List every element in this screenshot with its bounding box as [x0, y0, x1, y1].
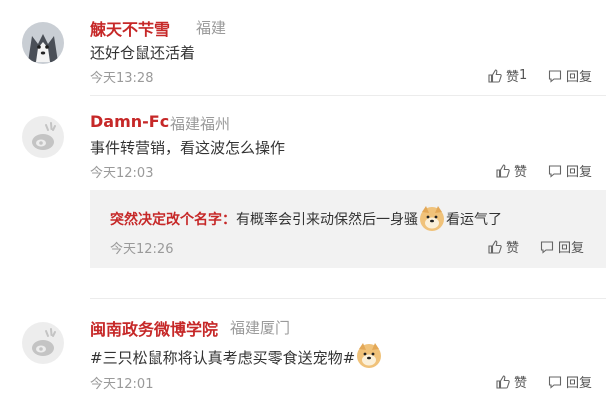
divider — [90, 95, 606, 96]
comment-time: 今天12:03 — [90, 166, 154, 181]
commenter-location: 福建厦门 — [230, 319, 291, 337]
like-label: 赞 — [514, 376, 528, 391]
thumbs-up-icon — [496, 163, 510, 178]
thumbs-up-icon — [496, 374, 510, 389]
commenter-name[interactable]: 觫天不芐雪 — [90, 16, 170, 40]
reply-icon — [548, 69, 562, 83]
reply-icon — [540, 240, 554, 254]
comment-time: 今天12:01 — [90, 377, 154, 392]
reply-button[interactable]: 回复 — [548, 372, 592, 391]
like-label: 赞 — [506, 70, 520, 85]
husky-avatar-icon[interactable] — [22, 22, 64, 64]
reply-label: 回复 — [566, 70, 593, 85]
doge-emoji-icon — [418, 204, 446, 236]
comment-time: 今天13:28 — [90, 71, 154, 86]
nested-reply: 突然决定改个名字：有概率会引来动保然后一身骚 看运气了 今天12:26 赞 回复 — [90, 190, 606, 268]
like-label: 赞 — [506, 241, 520, 256]
reply-icon — [548, 164, 562, 178]
reply-reply-button[interactable]: 回复 — [540, 237, 584, 256]
comment-text: #三只松鼠称将认真考虑买零食送宠物# — [90, 341, 383, 373]
like-button[interactable]: 赞 — [496, 161, 527, 180]
comment-text: 还好仓鼠还活着 — [90, 44, 196, 62]
reply-like-button[interactable]: 赞 — [488, 237, 519, 256]
reply-text-part-1: 有概率会引来动保然后一身骚 — [236, 212, 418, 228]
reply-time: 今天12:26 — [110, 242, 174, 257]
doge-emoji-icon — [355, 341, 383, 373]
reply-button[interactable]: 回复 — [548, 66, 592, 85]
default-weibo-avatar-icon[interactable] — [22, 116, 64, 158]
default-weibo-avatar-icon[interactable] — [22, 322, 64, 364]
reply-button[interactable]: 回复 — [548, 161, 592, 180]
comment-text: 事件转营销，看这波怎么操作 — [90, 139, 286, 157]
thumbs-up-icon — [488, 239, 502, 254]
like-button[interactable]: 赞 — [496, 372, 527, 391]
reply-author-name[interactable]: 突然决定改个名字： — [110, 212, 236, 228]
comment-text-content: #三只松鼠称将认真考虑买零食送宠物# — [90, 348, 356, 367]
like-count: 1 — [519, 68, 528, 83]
reply-icon — [548, 375, 562, 389]
commenter-name[interactable]: Damn-Fc — [90, 112, 169, 131]
thumbs-up-icon — [488, 68, 502, 83]
reply-text-part-2: 看运气了 — [446, 212, 502, 228]
commenter-location: 福建福州 — [170, 115, 231, 133]
reply-label: 回复 — [566, 165, 593, 180]
reply-content: 突然决定改个名字：有概率会引来动保然后一身骚 看运气了 — [110, 204, 502, 236]
commenter-location: 福建 — [196, 19, 227, 37]
like-button[interactable]: 赞1 — [488, 66, 527, 85]
reply-label: 回复 — [558, 241, 585, 256]
like-label: 赞 — [514, 165, 528, 180]
divider — [90, 298, 606, 299]
commenter-name[interactable]: 闽南政务微博学院 — [90, 316, 218, 340]
reply-label: 回复 — [566, 376, 593, 391]
